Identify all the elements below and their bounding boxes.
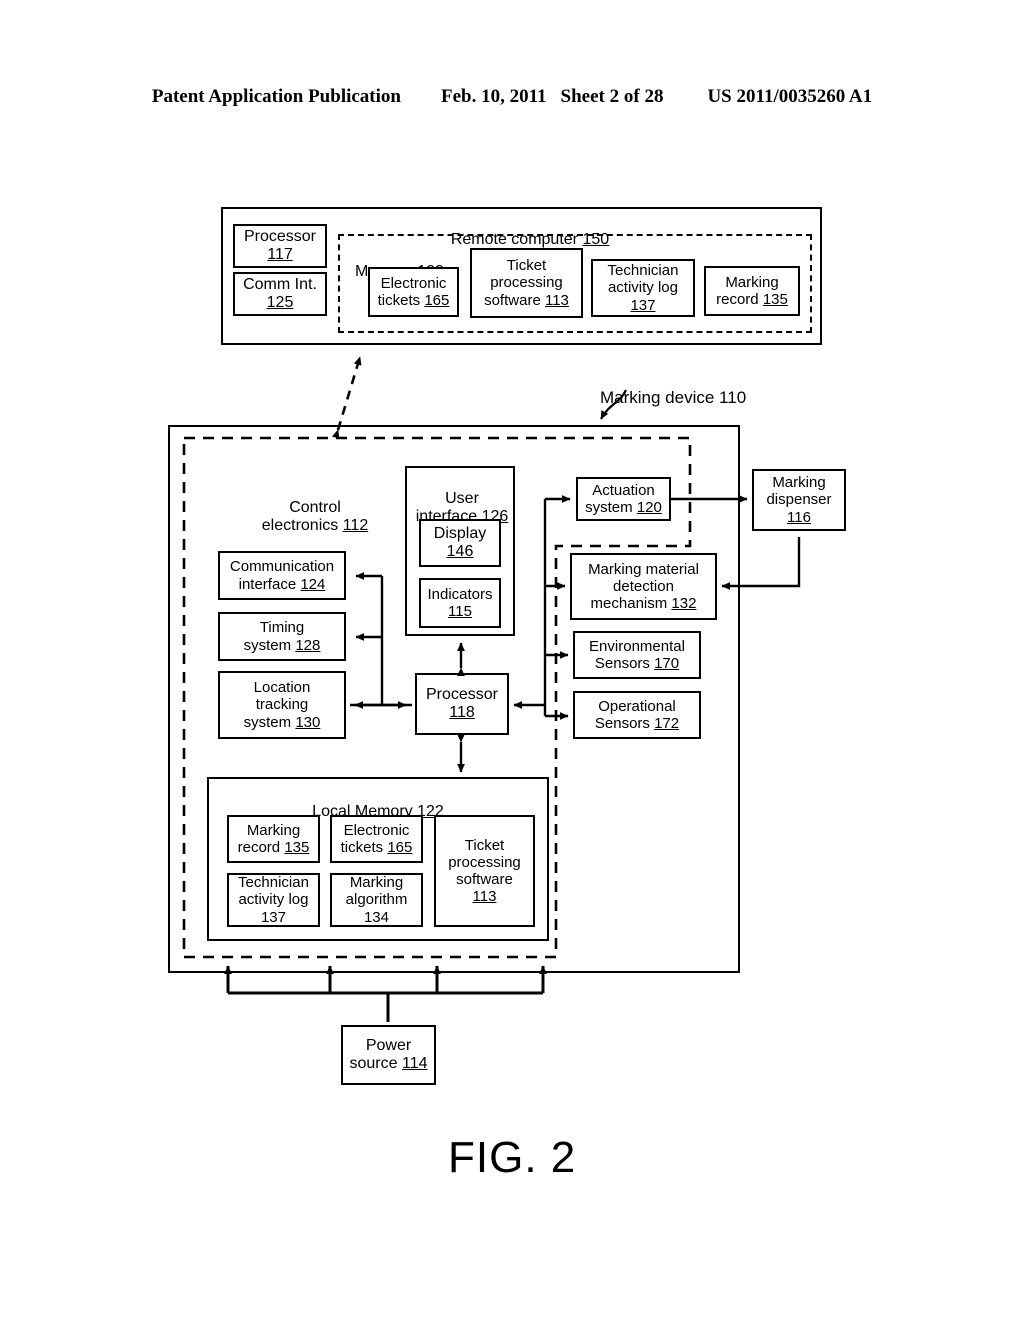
local-marking-algorithm-134: Marking algorithm 134 xyxy=(330,873,423,927)
header-sheet: Sheet 2 of 28 xyxy=(560,86,664,107)
local-electronic-tickets-165: Electronic tickets 165 xyxy=(330,815,423,863)
local-technician-activity-log-137: Technician activity log 137 xyxy=(227,873,320,927)
wireless-link-line xyxy=(331,356,362,439)
marking-dispenser-116: Marking dispenser 116 xyxy=(752,469,846,531)
publication-header: Patent Application Publication Feb. 10, 2… xyxy=(0,86,1024,108)
remote-technician-activity-log-137: Technician activity log 137 xyxy=(591,259,695,317)
remote-electronic-tickets-165: Electronic tickets 165 xyxy=(368,267,459,317)
header-date: Feb. 10, 2011 xyxy=(440,86,547,107)
display-146: Display 146 xyxy=(419,519,501,567)
environmental-sensors-170: Environmental Sensors 170 xyxy=(573,631,701,679)
marking-material-detection-mechanism-132: Marking material detection mechanism 132 xyxy=(570,553,717,620)
local-marking-record-135: Marking record 135 xyxy=(227,815,320,863)
remote-ticket-processing-software-113: Ticket processing software 113 xyxy=(470,248,583,318)
figure-caption: FIG. 2 xyxy=(448,1133,577,1182)
local-ticket-processing-software-113: Ticket processing software 113 xyxy=(434,815,535,927)
timing-system-128: Timing system 128 xyxy=(218,612,346,661)
actuation-system-120: Actuation system 120 xyxy=(576,477,671,521)
power-source-114: Power source 114 xyxy=(341,1025,436,1085)
control-electronics-label: Control electronics 112 xyxy=(261,499,369,535)
operational-sensors-172: Operational Sensors 172 xyxy=(573,691,701,739)
patent-figure-page: Patent Application Publication Feb. 10, 2… xyxy=(0,0,1024,1320)
marking-device-callout: Marking device 110 xyxy=(600,388,747,408)
indicators-115: Indicators 115 xyxy=(419,578,501,628)
header-patent-number: US 2011/0035260 A1 xyxy=(707,86,873,107)
communication-interface-124: Communication interface 124 xyxy=(218,551,346,600)
remote-comm-int-125: Comm Int. 125 xyxy=(233,272,327,316)
device-processor-118: Processor 118 xyxy=(415,673,509,735)
remote-processor-117: Processor 117 xyxy=(233,224,327,268)
remote-marking-record-135: Marking record 135 xyxy=(704,266,800,316)
header-publication: Patent Application Publication xyxy=(151,86,401,107)
location-tracking-system-130: Location tracking system 130 xyxy=(218,671,346,739)
